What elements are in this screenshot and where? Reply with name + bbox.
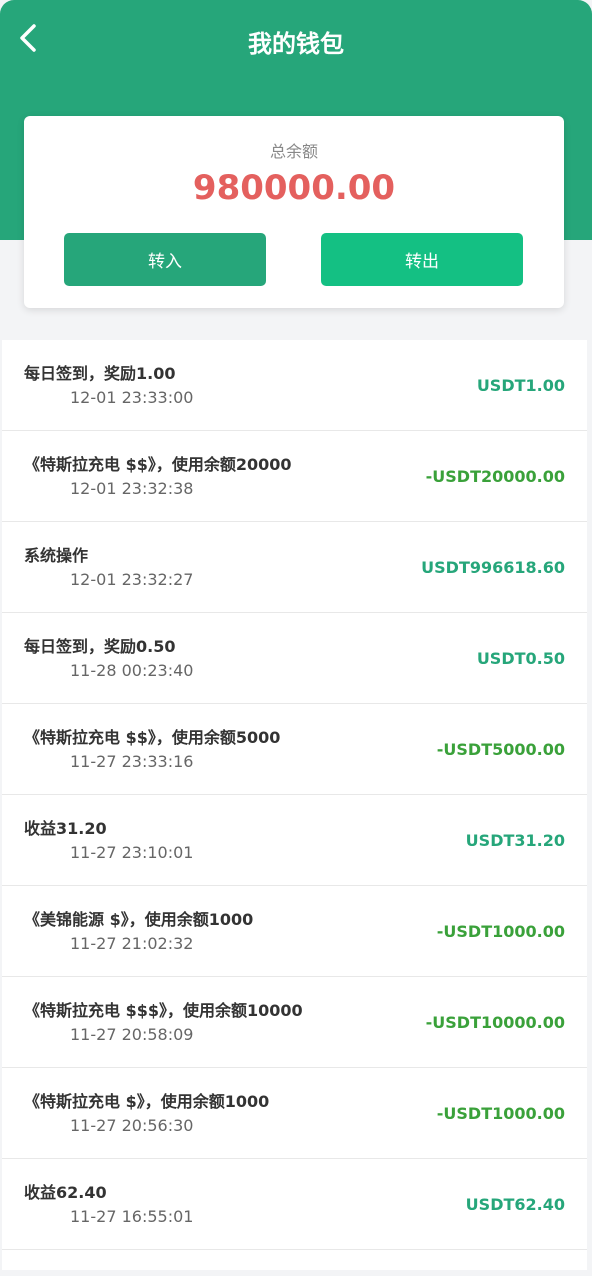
transaction-amount: USDT62.40 <box>465 1195 565 1214</box>
transaction-title: 每日签到，奖励0.50 <box>24 637 176 656</box>
transaction-row[interactable]: 收益31.20 11-27 23:10:01 USDT31.20 <box>2 795 587 886</box>
transaction-time: 11-27 20:58:09 <box>70 1025 194 1044</box>
transaction-row[interactable]: 《特斯拉充电 $$$》，使用余额10000 11-27 20:58:09 -US… <box>2 977 587 1068</box>
transaction-amount: USDT0.50 <box>476 649 565 668</box>
wallet-page: 我的钱包 总余额 980000.00 转入 转出 每日签到，奖励1.00 12-… <box>0 0 592 1276</box>
page-title: 我的钱包 <box>248 30 344 58</box>
balance-card: 总余额 980000.00 转入 转出 <box>24 116 564 308</box>
transfer-out-button[interactable]: 转出 <box>321 233 523 286</box>
transaction-row[interactable]: 《特斯拉充电 $$》，使用余额20000 12-01 23:32:38 -USD… <box>2 431 587 522</box>
balance-label: 总余额 <box>269 142 318 161</box>
transaction-time: 12-01 23:33:00 <box>70 388 194 407</box>
transaction-title: 《特斯拉充电 $$》，使用余额20000 <box>24 455 292 474</box>
transaction-list: 每日签到，奖励1.00 12-01 23:33:00 USDT1.00 《特斯拉… <box>2 340 587 1270</box>
transaction-amount: -USDT10000.00 <box>425 1013 565 1032</box>
transaction-amount: USDT996618.60 <box>421 558 565 577</box>
transaction-time: 11-27 21:02:32 <box>70 934 194 953</box>
transaction-amount: -USDT1000.00 <box>436 1104 565 1123</box>
transaction-title: 《特斯拉充电 $》，使用余额1000 <box>24 1092 270 1111</box>
transaction-title: 收益62.40 <box>24 1183 107 1202</box>
balance-amount: 980000.00 <box>192 168 396 208</box>
transaction-title: 收益31.20 <box>24 819 107 838</box>
transaction-amount: -USDT5000.00 <box>436 740 565 759</box>
transaction-row[interactable]: 每日签到，奖励0.50 11-28 00:23:40 USDT0.50 <box>2 613 587 704</box>
transaction-amount: USDT1.00 <box>476 376 565 395</box>
transaction-amount: -USDT1000.00 <box>436 922 565 941</box>
transaction-title: 每日签到，奖励1.00 <box>24 364 176 383</box>
transaction-title: 《特斯拉充电 $$$》，使用余额10000 <box>24 1001 303 1020</box>
transaction-time: 11-28 00:23:40 <box>70 661 194 680</box>
transaction-amount: -USDT20000.00 <box>425 467 565 486</box>
transaction-time: 12-01 23:32:27 <box>70 570 194 589</box>
transaction-row[interactable]: 系统操作 12-01 23:32:27 USDT996618.60 <box>2 522 587 613</box>
transaction-amount: USDT31.20 <box>465 831 565 850</box>
transfer-in-button[interactable]: 转入 <box>64 233 266 286</box>
transaction-row[interactable]: 每日签到，奖励1.00 12-01 23:33:00 USDT1.00 <box>2 340 587 431</box>
transaction-time: 11-27 16:55:01 <box>70 1207 194 1226</box>
transaction-title: 《特斯拉充电 $$》，使用余额5000 <box>24 728 281 747</box>
transaction-row[interactable]: 《特斯拉充电 $》，使用余额1000 11-27 20:56:30 -USDT1… <box>2 1068 587 1159</box>
transaction-time: 11-27 23:33:16 <box>70 752 194 771</box>
transaction-row[interactable]: 收益62.40 11-27 16:55:01 USDT62.40 <box>2 1159 587 1250</box>
transaction-time: 12-01 23:32:38 <box>70 479 194 498</box>
transaction-title: 系统操作 <box>24 546 89 565</box>
transaction-row[interactable]: 《特斯拉充电 $$》，使用余额5000 11-27 23:33:16 -USDT… <box>2 704 587 795</box>
transaction-title: 《美锦能源 $》，使用余额1000 <box>24 910 254 929</box>
transaction-time: 11-27 20:56:30 <box>70 1116 194 1135</box>
transaction-row[interactable]: 《美锦能源 $》，使用余额1000 11-27 21:02:32 -USDT10… <box>2 886 587 977</box>
transaction-time: 11-27 23:10:01 <box>70 843 194 862</box>
